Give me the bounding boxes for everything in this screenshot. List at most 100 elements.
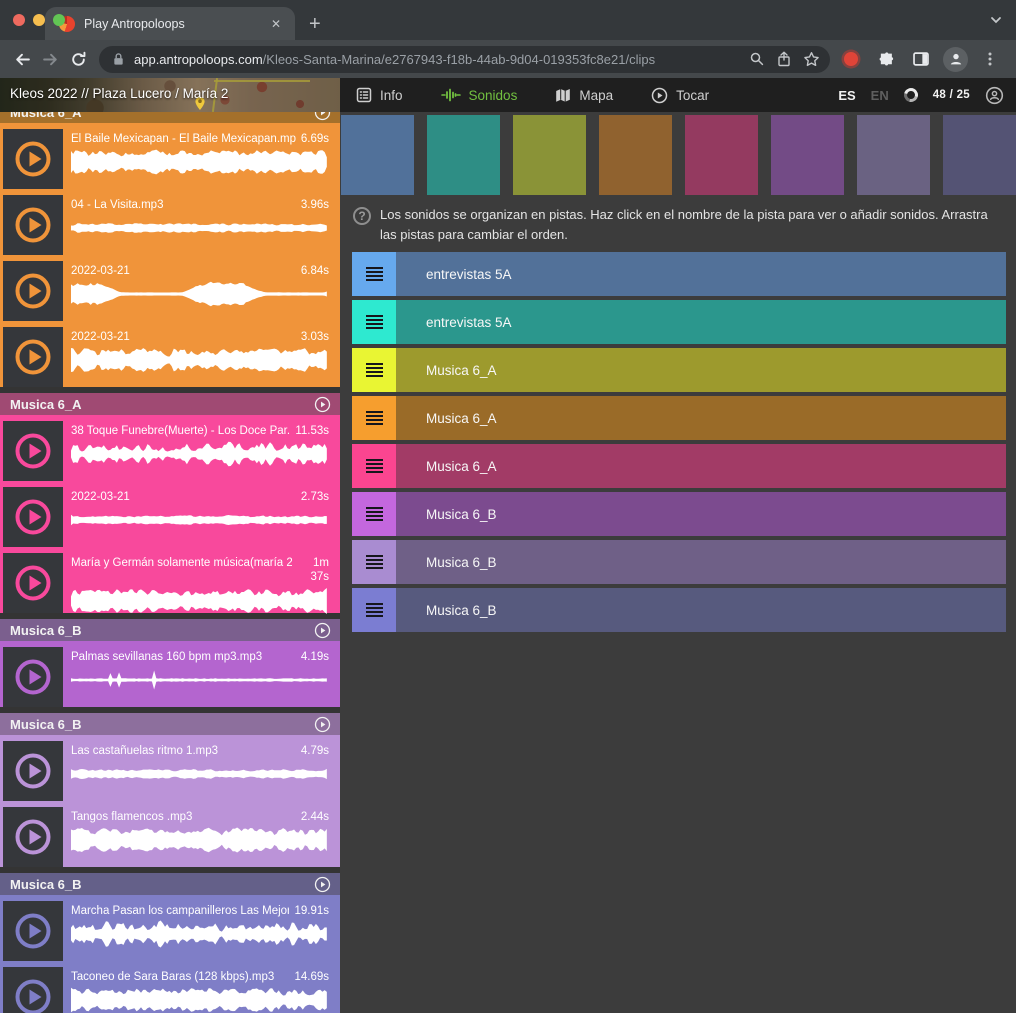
- track-drag-handle[interactable]: [352, 540, 396, 584]
- clip-name: Palmas sevillanas 160 bpm mp3.mp3: [71, 650, 296, 664]
- clip-waveform[interactable]: [71, 759, 329, 789]
- nav-tab-sonidos[interactable]: Sonidos: [441, 88, 518, 103]
- clip-play-button[interactable]: [3, 647, 63, 707]
- drag-handle-icon: [366, 315, 383, 329]
- track-drag-handle[interactable]: [352, 348, 396, 392]
- browser-menu-icon[interactable]: [976, 45, 1004, 73]
- clip-play-button[interactable]: [3, 261, 63, 321]
- clip-info: Marcha Pasan los campanilleros Las Mejor…: [63, 901, 337, 961]
- clip-waveform[interactable]: [71, 505, 329, 535]
- new-tab-button[interactable]: +: [309, 14, 321, 34]
- recording-extension-icon[interactable]: [844, 52, 858, 66]
- section-play-icon[interactable]: [314, 396, 331, 413]
- clip-waveform[interactable]: [71, 213, 329, 243]
- clip-waveform[interactable]: [71, 147, 329, 177]
- clip-title-row: Las castañuelas ritmo 1.mp34.79s: [71, 744, 329, 758]
- clip-play-button[interactable]: [3, 967, 63, 1013]
- track-name-button[interactable]: Musica 6_A: [396, 444, 1006, 488]
- clip-play-button[interactable]: [3, 327, 63, 387]
- clip-play-button[interactable]: [3, 901, 63, 961]
- share-icon[interactable]: [776, 51, 792, 67]
- section-play-icon[interactable]: [314, 876, 331, 893]
- clip-section-header[interactable]: Musica 6_A: [0, 393, 340, 415]
- profile-avatar[interactable]: [943, 47, 968, 72]
- side-panel-icon[interactable]: [907, 45, 935, 73]
- track-drag-handle[interactable]: [352, 396, 396, 440]
- zoom-window-button[interactable]: [53, 14, 65, 26]
- nav-tab-tocar[interactable]: Tocar: [651, 87, 709, 104]
- clip-play-button[interactable]: [3, 195, 63, 255]
- section-play-icon[interactable]: [314, 716, 331, 733]
- back-button[interactable]: [8, 45, 36, 73]
- clip-waveform[interactable]: [71, 985, 329, 1013]
- clip-play-button[interactable]: [3, 553, 63, 613]
- clip-play-button[interactable]: [3, 487, 63, 547]
- clip-waveform[interactable]: [71, 586, 329, 616]
- clip-play-button[interactable]: [3, 807, 63, 867]
- breadcrumb[interactable]: Kleos 2022 // Plaza Lucero / María 2: [10, 86, 228, 101]
- address-bar[interactable]: app.antropoloops.com/Kleos-Santa-Marina/…: [99, 46, 830, 73]
- track-name-button[interactable]: entrevistas 5A: [396, 300, 1006, 344]
- clip-waveform[interactable]: [71, 439, 329, 469]
- extensions-puzzle-icon[interactable]: [871, 45, 899, 73]
- track-drag-handle[interactable]: [352, 588, 396, 632]
- browser-tab[interactable]: Play Antropoloops ✕: [45, 7, 295, 40]
- clip-waveform[interactable]: [71, 919, 329, 949]
- clip-row: Marcha Pasan los campanilleros Las Mejor…: [3, 901, 337, 961]
- clip-section-header[interactable]: Musica 6_B: [0, 713, 340, 735]
- minimize-window-button[interactable]: [33, 14, 45, 26]
- clip-waveform[interactable]: [71, 279, 329, 309]
- clip-waveform[interactable]: [71, 345, 329, 375]
- clip-name: El Baile Mexicapan - El Baile Mexicapan.…: [71, 132, 296, 146]
- forward-button[interactable]: [36, 45, 64, 73]
- clip-duration: 11.53s: [295, 424, 329, 438]
- tab-search-chevron-icon[interactable]: [989, 13, 1003, 27]
- section-play-icon[interactable]: [314, 622, 331, 639]
- clip-row: 2022-03-212.73s: [3, 487, 337, 547]
- clip-title-row: 38 Toque Funebre(Muerte) - Los Doce Par.…: [71, 424, 329, 438]
- track-name-button[interactable]: Musica 6_A: [396, 348, 1006, 392]
- track-drag-handle[interactable]: [352, 444, 396, 488]
- clip-info: Palmas sevillanas 160 bpm mp3.mp34.19s: [63, 647, 337, 707]
- clip-info: 2022-03-213.03s: [63, 327, 337, 387]
- track-drag-handle[interactable]: [352, 300, 396, 344]
- track-name-button[interactable]: Musica 6_B: [396, 588, 1006, 632]
- clip-section-header[interactable]: Musica 6_B: [0, 619, 340, 641]
- track-drag-handle[interactable]: [352, 492, 396, 536]
- lang-en-button[interactable]: EN: [871, 88, 889, 103]
- clip-name: Marcha Pasan los campanilleros Las Mejor…: [71, 904, 289, 918]
- track-label: Musica 6_B: [426, 507, 497, 522]
- bookmark-star-icon[interactable]: [803, 51, 820, 68]
- clip-row: Taconeo de Sara Baras (128 kbps).mp314.6…: [3, 967, 337, 1013]
- reload-button[interactable]: [64, 45, 92, 73]
- app-header: Kleos 2022 // Plaza Lucero / María 2 Inf…: [0, 78, 1016, 112]
- clip-title-row: 2022-03-213.03s: [71, 330, 329, 344]
- track-name-button[interactable]: Musica 6_B: [396, 540, 1006, 584]
- clip-section: Musica 6_A El Baile Mexicapan - El Baile …: [0, 112, 340, 387]
- track-drag-handle[interactable]: [352, 252, 396, 296]
- clip-info: Taconeo de Sara Baras (128 kbps).mp314.6…: [63, 967, 337, 1013]
- clip-waveform[interactable]: [71, 825, 329, 855]
- loading-spinner-icon: [901, 85, 920, 104]
- nav-tab-info[interactable]: Info: [356, 87, 403, 103]
- clip-play-button[interactable]: [3, 129, 63, 189]
- track-name-button[interactable]: Musica 6_B: [396, 492, 1006, 536]
- clip-section-header[interactable]: Musica 6_B: [0, 873, 340, 895]
- track-name-button[interactable]: Musica 6_A: [396, 396, 1006, 440]
- lang-es-button[interactable]: ES: [838, 88, 855, 103]
- zoom-page-icon[interactable]: [749, 51, 765, 67]
- track-name-button[interactable]: entrevistas 5A: [396, 252, 1006, 296]
- section-play-icon[interactable]: [314, 112, 331, 121]
- nav-tab-mapa[interactable]: Mapa: [555, 88, 613, 103]
- clip-section-header[interactable]: Musica 6_A: [0, 112, 340, 123]
- tab-close-icon[interactable]: ✕: [267, 15, 285, 33]
- clip-waveform[interactable]: [71, 665, 329, 695]
- clip-play-button[interactable]: [3, 421, 63, 481]
- clip-play-button[interactable]: [3, 741, 63, 801]
- track-label: entrevistas 5A: [426, 315, 512, 330]
- close-window-button[interactable]: [13, 14, 25, 26]
- track-label: entrevistas 5A: [426, 267, 512, 282]
- account-icon[interactable]: [985, 86, 1004, 105]
- track-row: Musica 6_B: [352, 492, 1006, 536]
- clip-duration: 2.44s: [301, 810, 329, 824]
